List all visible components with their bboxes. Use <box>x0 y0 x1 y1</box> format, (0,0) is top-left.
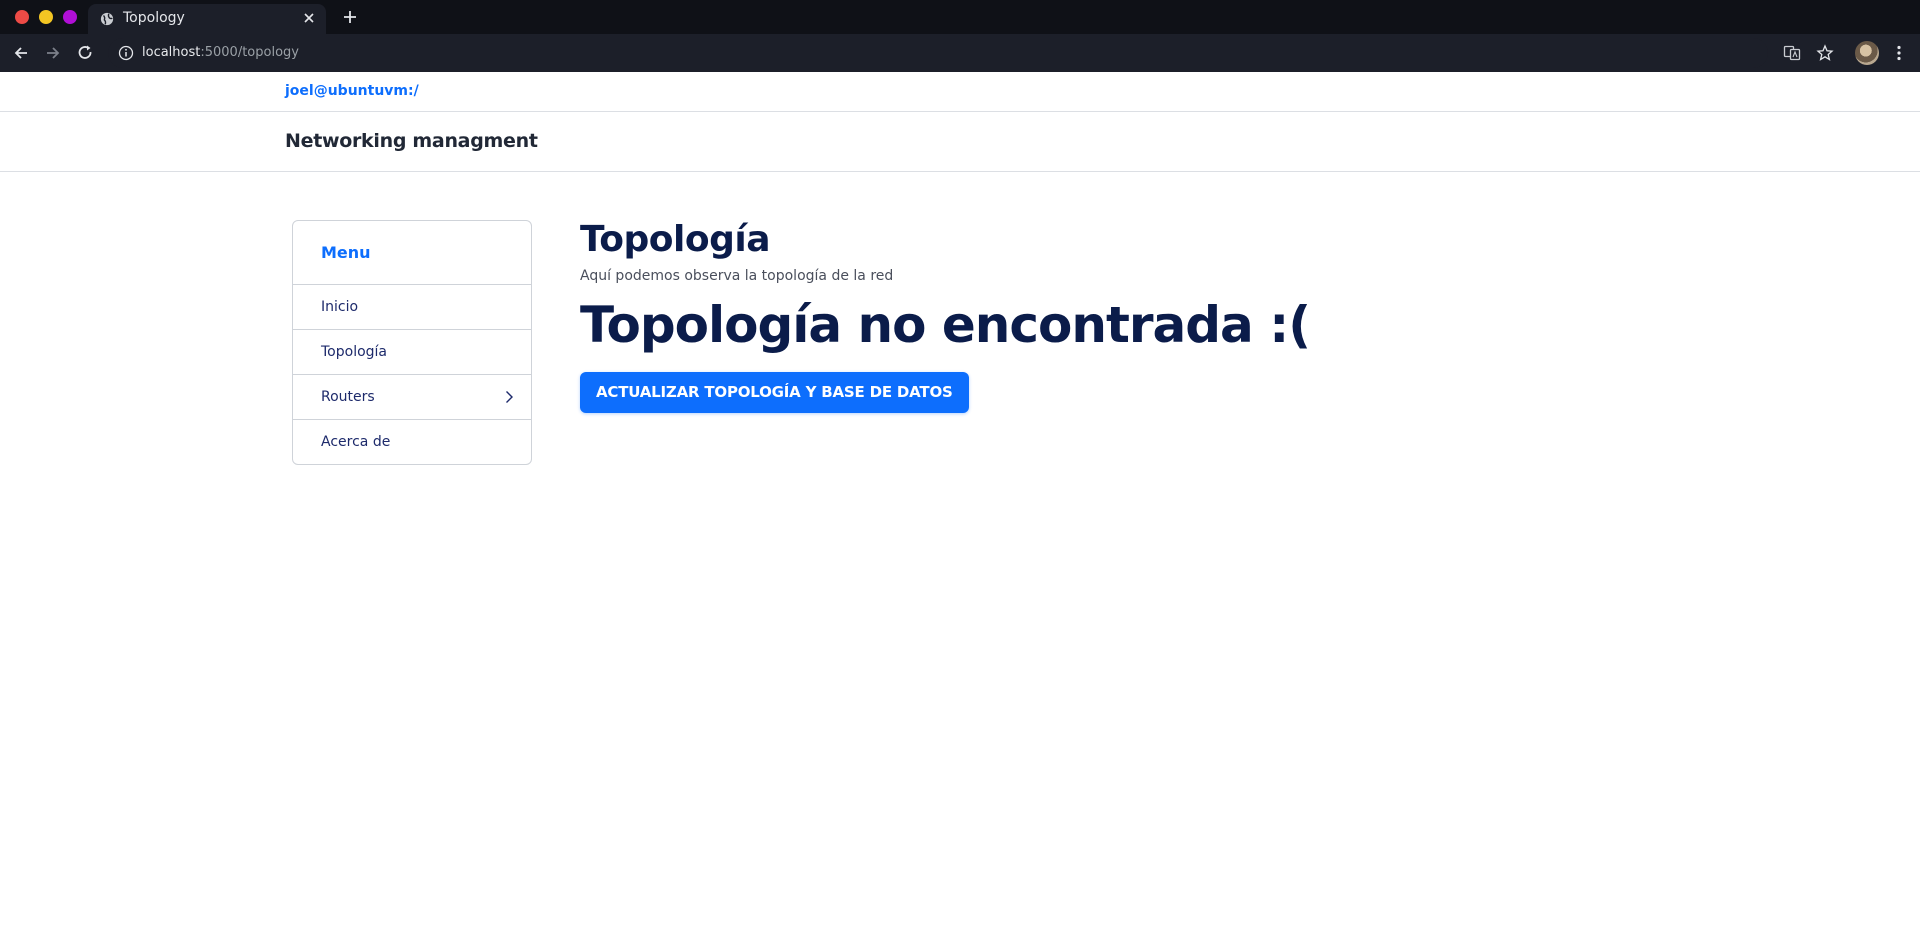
profile-avatar[interactable] <box>1855 41 1879 65</box>
top-info-bar: joel@ubuntuvm:/ <box>0 72 1920 112</box>
sidebar-item-label: Inicio <box>321 299 359 315</box>
close-tab-icon[interactable] <box>300 9 318 27</box>
menu-title: Menu <box>321 243 371 262</box>
not-found-message: Topología no encontrada :( <box>580 296 1311 354</box>
update-topology-button[interactable]: ACTUALIZAR TOPOLOGÍA Y BASE DE DATOS <box>580 372 969 413</box>
menu-header: Menu <box>293 221 531 285</box>
sidebar-item-label: Topología <box>321 344 388 360</box>
window-maximize-button[interactable] <box>63 10 77 24</box>
new-tab-icon[interactable] <box>340 7 360 27</box>
sidebar-item-label: Acerca de <box>321 434 391 450</box>
back-arrow-icon[interactable] <box>11 43 31 63</box>
sidebar-item-routers[interactable]: Routers <box>293 375 531 420</box>
navbar: Networking managment <box>0 112 1920 172</box>
brand-title[interactable]: Networking managment <box>285 130 538 152</box>
info-icon[interactable] <box>118 45 134 61</box>
page-subtitle: Aquí podemos observa la topología de la … <box>580 268 894 284</box>
translate-icon[interactable] <box>1783 44 1801 62</box>
window-minimize-button[interactable] <box>39 10 53 24</box>
kebab-menu-icon[interactable] <box>1890 44 1908 62</box>
tab-title: Topology <box>123 10 185 26</box>
url-host: localhost <box>142 45 201 60</box>
globe-icon <box>100 12 114 26</box>
url-path: :5000/topology <box>200 45 299 60</box>
chevron-right-icon <box>506 391 513 403</box>
browser-toolbar: localhost:5000/topology <box>0 34 1920 72</box>
reload-icon[interactable] <box>75 43 95 63</box>
forward-arrow-icon[interactable] <box>43 43 63 63</box>
sidebar-item-acerca-de[interactable]: Acerca de <box>293 420 531 465</box>
page-title: Topología <box>580 219 770 260</box>
main-content: Topología Aquí podemos observa la topolo… <box>580 218 1780 413</box>
bookmark-star-icon[interactable] <box>1816 44 1834 62</box>
window-close-button[interactable] <box>15 10 29 24</box>
sidebar-item-label: Routers <box>321 389 375 405</box>
sidebar-item-topologia[interactable]: Topología <box>293 330 531 375</box>
browser-tab[interactable]: Topology <box>88 4 326 34</box>
sidebar-item-inicio[interactable]: Inicio <box>293 285 531 330</box>
user-link[interactable]: joel@ubuntuvm:/ <box>285 83 419 99</box>
address-bar[interactable]: localhost:5000/topology <box>108 38 1768 68</box>
browser-tab-bar: Topology <box>0 0 1920 34</box>
sidebar-menu: Menu Inicio Topología Routers Acerca de <box>292 220 532 465</box>
url-text: localhost:5000/topology <box>142 45 299 60</box>
